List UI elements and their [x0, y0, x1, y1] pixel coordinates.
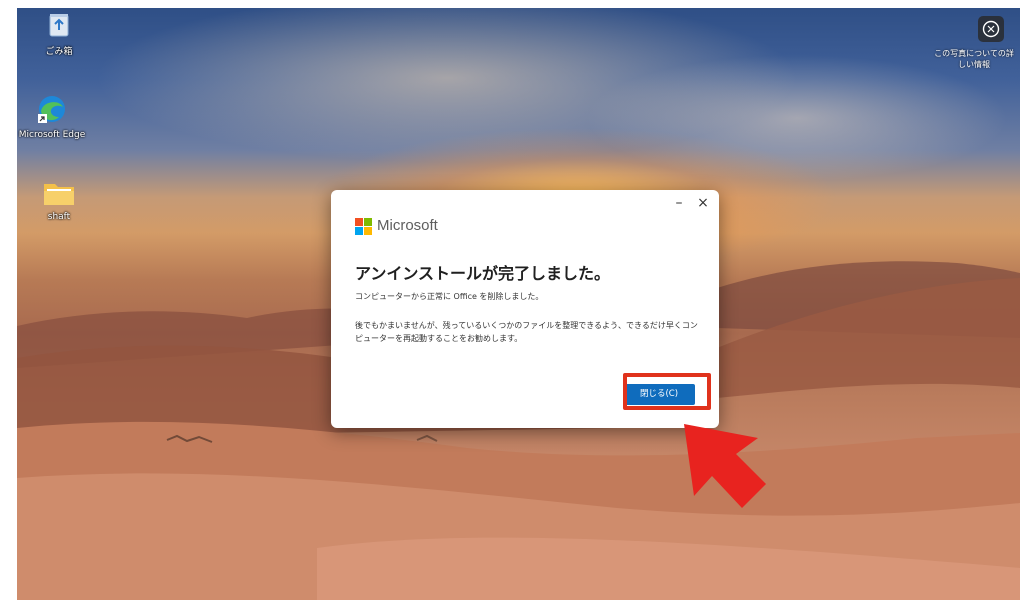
desktop-icon-edge[interactable]: Microsoft Edge	[17, 94, 87, 140]
dialog-restart-message: 後でもかまいませんが、残っているいくつかのファイルを整理できるよう、できるだけ早…	[355, 321, 698, 343]
close-window-button[interactable]: ×	[693, 194, 713, 212]
brand-name: Microsoft	[377, 217, 438, 234]
dialog-title: アンインストールが完了しました。	[355, 264, 611, 283]
minimize-button[interactable]: –	[669, 194, 689, 212]
photo-info-label: この写真についての詳しい情報	[934, 49, 1014, 69]
folder-icon	[29, 180, 89, 209]
pointer-arrow-icon	[684, 424, 766, 508]
camera-info-icon[interactable]	[978, 16, 1004, 42]
microsoft-logo: Microsoft	[355, 217, 438, 235]
photo-info-widget[interactable]: この写真についての詳しい情報	[934, 16, 1014, 70]
screenshot-frame: ごみ箱 Microsoft Edge shaft この写真についての詳しい情報 …	[0, 0, 1020, 603]
close-button-highlight	[623, 373, 711, 410]
dialog-message: コンピューターから正常に Office を削除しました。	[355, 292, 544, 301]
recycle-bin-icon	[29, 12, 89, 41]
desktop-icon-label: ごみ箱	[45, 47, 73, 57]
desktop-icon-folder[interactable]: shaft	[29, 180, 89, 222]
microsoft-logo-icon	[355, 217, 372, 235]
desktop-icon-label: shaft	[47, 212, 71, 222]
edge-browser-icon	[17, 94, 87, 127]
desktop-icon-recycle-bin[interactable]: ごみ箱	[29, 12, 89, 57]
desktop-icon-label: Microsoft Edge	[18, 130, 86, 140]
